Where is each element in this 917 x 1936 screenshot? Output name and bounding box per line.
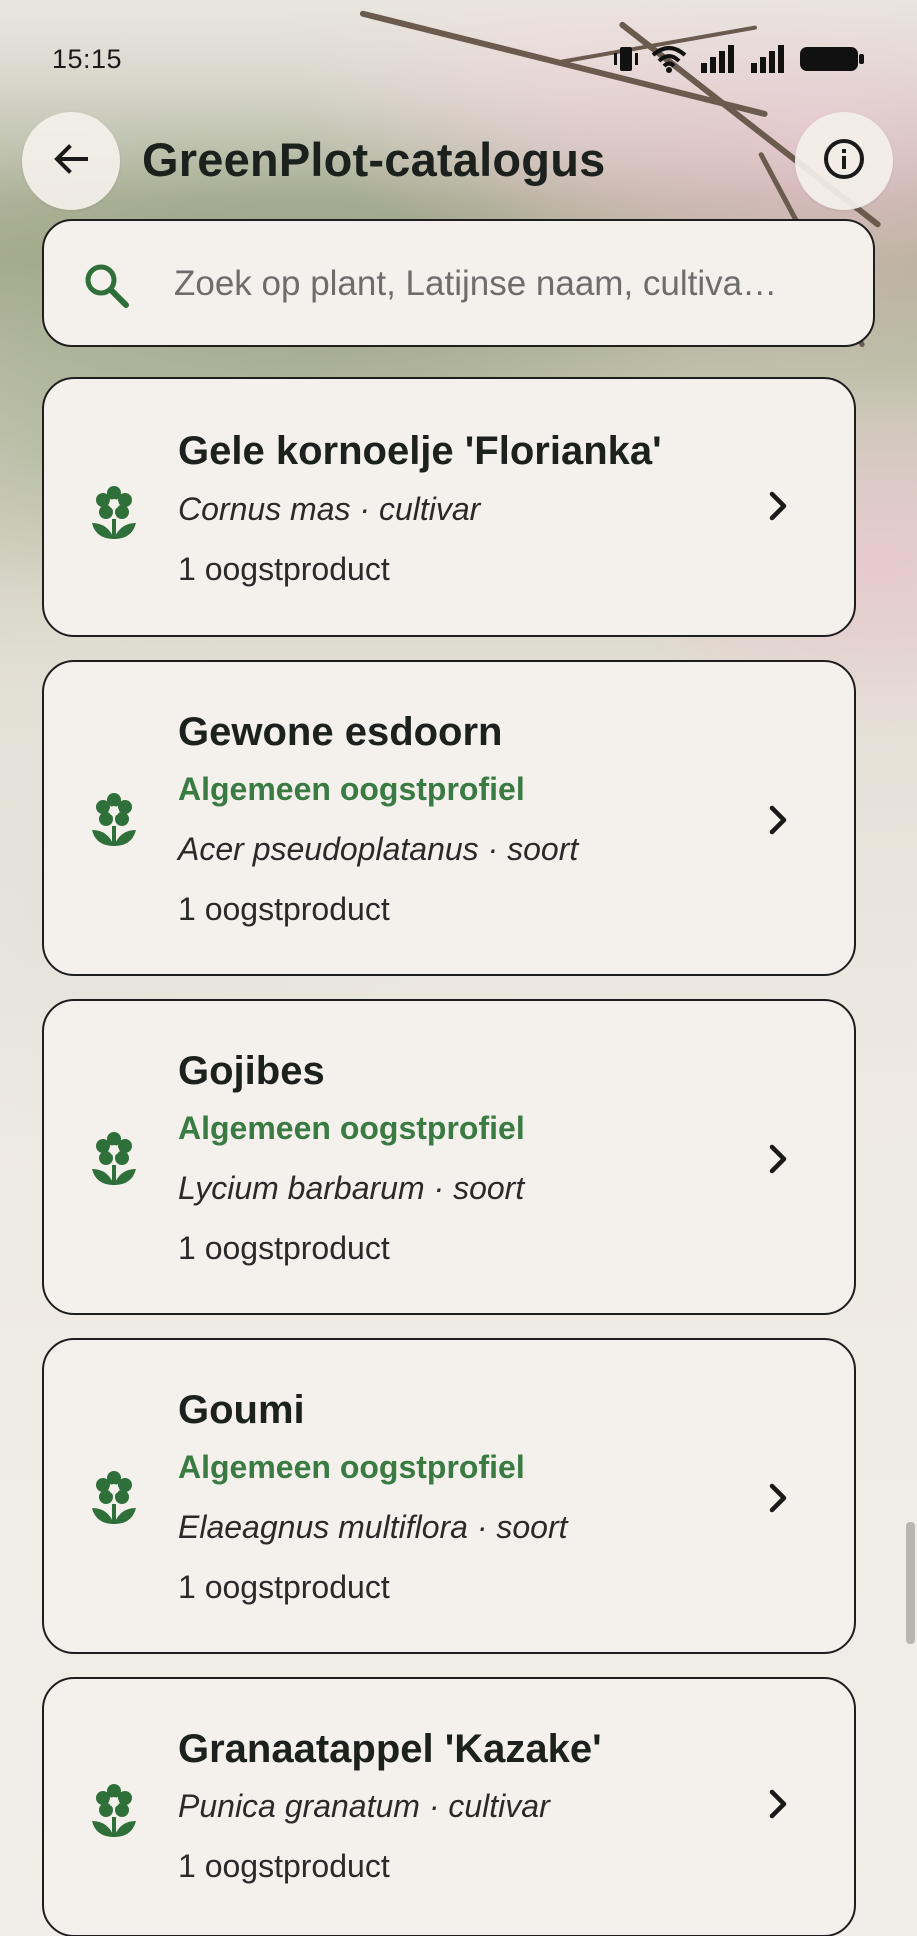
plant-harvest-count: 1 oogstproduct (178, 1569, 390, 1605)
plant-name: Goumi (178, 1388, 305, 1432)
plant-latin-name: Cornus mas · cultivar (178, 491, 481, 527)
chevron-right-icon (764, 803, 792, 842)
plant-harvest-count: 1 oogstproduct (178, 891, 390, 927)
plant-profile: Algemeen oogstprofiel (178, 1449, 525, 1485)
status-time: 15:15 (52, 44, 123, 74)
flower-icon (90, 1470, 138, 1531)
status-icons (613, 44, 865, 74)
plant-latin-name: Punica granatum · cultivar (178, 1788, 550, 1824)
plant-harvest-count: 1 oogstproduct (178, 1848, 390, 1884)
list-item-plant[interactable]: Gewone esdoorn Algemeen oogstprofiel Ace… (42, 660, 856, 976)
plant-name: Gele kornoelje 'Florianka' (178, 429, 662, 473)
flower-icon (90, 1783, 138, 1844)
search-bar[interactable] (42, 219, 875, 347)
back-button[interactable] (22, 112, 120, 210)
plant-profile: Algemeen oogstprofiel (178, 1110, 525, 1146)
plant-harvest-count: 1 oogstproduct (178, 1230, 390, 1266)
plant-latin-name: Elaeagnus multiflora · soort (178, 1509, 568, 1545)
info-icon (822, 137, 866, 186)
list-item-plant[interactable]: Gele kornoelje 'Florianka' Cornus mas · … (42, 377, 856, 637)
search-icon (82, 261, 130, 314)
list-item-plant[interactable]: Goumi Algemeen oogstprofiel Elaeagnus mu… (42, 1338, 856, 1654)
battery-icon (799, 45, 865, 73)
flower-icon (90, 485, 138, 546)
plant-latin-name: Acer pseudoplatanus · soort (178, 831, 579, 867)
chevron-right-icon (764, 1787, 792, 1826)
status-bar: 15:15 (0, 0, 917, 118)
search-input[interactable] (174, 251, 843, 317)
wifi-icon (651, 45, 687, 73)
flower-icon (90, 792, 138, 853)
plant-harvest-count: 1 oogstproduct (178, 551, 390, 587)
plant-profile: Algemeen oogstprofiel (178, 771, 525, 807)
arrow-left-icon (52, 140, 90, 183)
list-item-plant[interactable]: Gojibes Algemeen oogstprofiel Lycium bar… (42, 999, 856, 1315)
chevron-right-icon (764, 1481, 792, 1520)
signal-icon (749, 45, 787, 73)
plant-name: Gewone esdoorn (178, 710, 503, 754)
scrollbar[interactable] (906, 1522, 915, 1644)
plant-name: Granaatappel 'Kazake' (178, 1727, 602, 1771)
plant-name: Gojibes (178, 1049, 325, 1093)
flower-icon (90, 1131, 138, 1192)
list-item-plant[interactable]: Granaatappel 'Kazake' Punica granatum · … (42, 1677, 856, 1936)
chevron-right-icon (764, 1142, 792, 1181)
plant-latin-name: Lycium barbarum · soort (178, 1170, 525, 1206)
chevron-right-icon (764, 489, 792, 528)
signal-icon (699, 45, 737, 73)
page-title: GreenPlot-catalogus (142, 133, 606, 186)
vibrate-icon (613, 45, 639, 73)
info-button[interactable] (795, 112, 893, 210)
